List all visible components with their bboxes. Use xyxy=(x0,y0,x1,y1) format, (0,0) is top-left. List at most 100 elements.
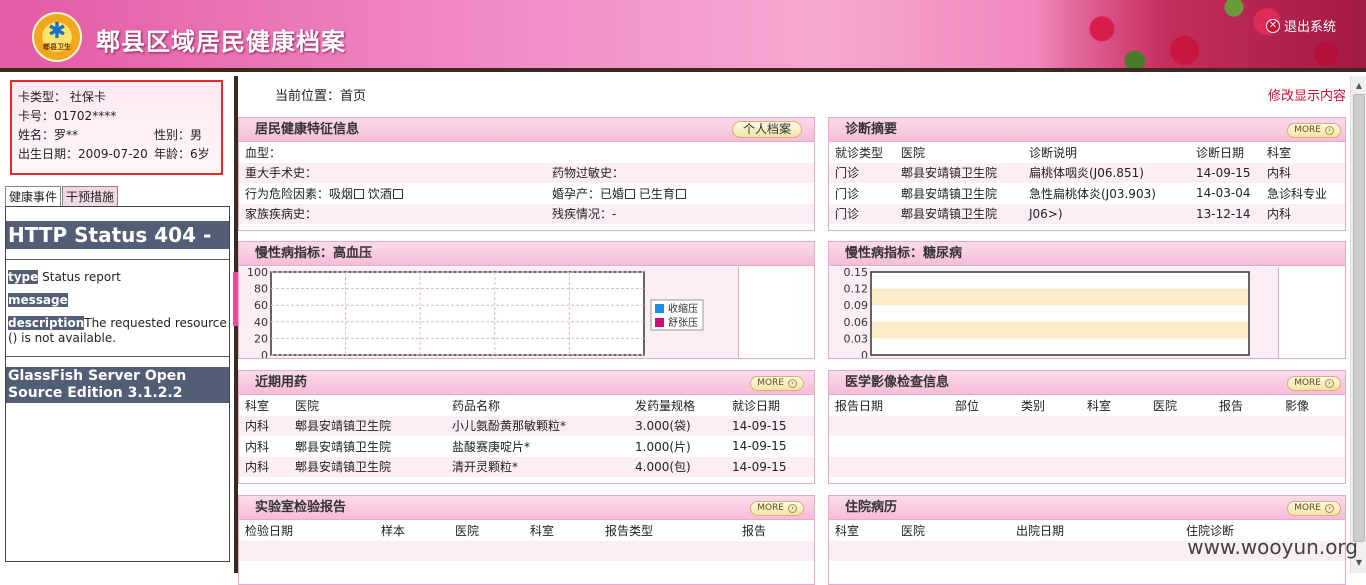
birth-label: 已生育 xyxy=(638,186,675,201)
y-tick-label: 0.06 xyxy=(844,316,869,329)
panel-title-text: 慢性病指标：高血压 xyxy=(255,246,373,261)
birth-checkbox[interactable] xyxy=(675,188,686,199)
y-tick-label: 100 xyxy=(247,267,268,279)
col-header: 影像 xyxy=(1279,395,1345,416)
table-row[interactable]: 门诊 郫县安靖镇卫生院 急性扁桃体炎(J03.903) 14-03-04 急诊科专业 xyxy=(829,183,1345,204)
more-label: MORE xyxy=(757,503,784,513)
error-message-label: message xyxy=(8,293,68,307)
error-type-line: type Status report xyxy=(8,270,227,285)
more-button[interactable]: MORE › xyxy=(1287,501,1341,516)
cell: 1.000(片) xyxy=(629,436,726,457)
card-no-label: 卡号： xyxy=(18,109,55,123)
smoking-label: 行为危险因素：吸烟 xyxy=(245,186,354,201)
hypertension-chart: 0 20 40 60 80 100 收缩压舒张压 xyxy=(247,266,704,359)
gender-label: 性别： xyxy=(154,128,191,142)
drinking-checkbox[interactable] xyxy=(392,188,403,199)
tab-interventions[interactable]: 干预措施 xyxy=(62,186,119,206)
breadcrumb: 当前位置：首页 xyxy=(275,89,367,104)
col-header: 就诊日期 xyxy=(726,395,814,416)
col-header: 报告 xyxy=(736,520,814,541)
panel-title: 近期用药 MORE › xyxy=(239,371,814,395)
col-header: 报告日期 xyxy=(829,395,949,416)
cell: 13-12-14 xyxy=(1190,203,1261,224)
edit-display-link[interactable]: 修改显示内容 xyxy=(1268,85,1346,104)
legend-label: 舒张压 xyxy=(668,316,698,329)
cell: 内科 xyxy=(239,415,289,436)
scroll-thumb[interactable] xyxy=(1353,94,1365,542)
col-header: 医院 xyxy=(895,520,1010,541)
y-tick-label: 0.03 xyxy=(844,332,869,345)
col-header: 科室 xyxy=(1081,395,1147,416)
cell: 清开灵颗粒* xyxy=(446,456,629,477)
panel-title-text: 诊断摘要 xyxy=(845,122,898,137)
watermark-text: www.wooyun.org xyxy=(1187,535,1358,559)
more-button[interactable]: MORE › xyxy=(1287,376,1341,391)
chevron-right-icon: › xyxy=(1325,126,1334,135)
more-button[interactable]: MORE › xyxy=(1287,123,1341,138)
col-header: 药品名称 xyxy=(446,395,629,416)
cell: 门诊 xyxy=(829,183,895,204)
cell: 门诊 xyxy=(829,203,895,224)
table-row[interactable]: 内科 郫县安靖镇卫生院 清开灵颗粒* 4.000(包) 14-09-15 xyxy=(239,456,814,477)
smoking-checkbox[interactable] xyxy=(354,188,365,199)
grid-band xyxy=(872,288,1248,306)
panel-title: 慢性病指标：高血压 xyxy=(239,242,814,266)
col-header: 科室 xyxy=(829,520,895,541)
tab-health-events[interactable]: 健康事件 xyxy=(5,186,62,206)
vertical-scrollbar[interactable]: ▲ ▼ xyxy=(1350,76,1366,573)
panel-title-text: 居民健康特征信息 xyxy=(255,122,360,137)
medication-table: 科室 医院 药品名称 发药量规格 就诊日期 内科 郫县安靖镇卫生院 小儿氨酚黄那敏颗粒* 3.… xyxy=(239,395,814,477)
cell: 扁桃体咽炎(J06.851) xyxy=(1023,162,1190,183)
panel-title: 居民健康特征信息 个人档案 xyxy=(239,118,814,142)
y-tick-label: 0.12 xyxy=(844,283,869,296)
lab-table: 检验日期 样本 医院 科室 报告类型 报告 xyxy=(239,520,814,582)
error-type-text: Status report xyxy=(42,270,121,284)
system-title: 郫县区域居民健康档案 xyxy=(96,27,346,56)
scroll-up-icon[interactable]: ▲ xyxy=(1353,80,1365,92)
y-tick-label: 0 xyxy=(261,349,268,359)
health-logo-icon: ✱ 郫县卫生 xyxy=(32,12,82,62)
table-row[interactable]: 门诊 郫县安靖镇卫生院 扁桃体咽炎(J06.851) 14-09-15 内科 xyxy=(829,162,1345,183)
age-label: 年龄： xyxy=(154,147,191,161)
married-checkbox[interactable] xyxy=(625,188,636,199)
error-description-line: descriptionThe requested resource () is … xyxy=(8,316,227,346)
health-info-panel: 居民健康特征信息 个人档案 血型： 重大手术史： 药物过敏史： 行为危险因素：吸烟… xyxy=(238,117,815,231)
drinking-label: 饮酒 xyxy=(367,186,392,201)
y-tick-label: 0.09 xyxy=(844,299,869,312)
col-header: 报告 xyxy=(1213,395,1279,416)
medication-panel: 近期用药 MORE › 科室 医院 药品名称 发药量规格 就诊日期 内科 郫县安靖镇卫生院小… xyxy=(238,370,815,484)
married-label: 婚孕产：已婚 xyxy=(552,186,625,201)
logout-button[interactable]: ✕ 退出系统 xyxy=(1265,16,1336,35)
col-header: 科室 xyxy=(1261,142,1345,163)
col-header: 科室 xyxy=(524,520,599,541)
more-button[interactable]: MORE › xyxy=(750,501,804,516)
y-tick-label: 0 xyxy=(861,349,868,359)
panel-title-text: 慢性病指标：糖尿病 xyxy=(845,246,963,261)
more-button[interactable]: MORE › xyxy=(750,376,804,391)
cell: 郫县安靖镇卫生院 xyxy=(289,456,446,477)
table-row[interactable]: 内科 郫县安靖镇卫生院 小儿氨酚黄那敏颗粒* 3.000(袋) 14-09-15 xyxy=(239,415,814,436)
card-no-value: 01702**** xyxy=(54,109,117,123)
more-label: MORE xyxy=(1294,503,1321,513)
cell: J06>) xyxy=(1023,203,1190,224)
table-row[interactable]: 门诊 郫县安靖镇卫生院 J06>) 13-12-14 内科 xyxy=(829,203,1345,224)
col-header: 类别 xyxy=(1015,395,1081,416)
error-page-frame: HTTP Status 404 - type Status report mes… xyxy=(5,206,230,562)
col-header: 科室 xyxy=(239,395,289,416)
cell: 郫县安靖镇卫生院 xyxy=(895,183,1023,204)
cell: 内科 xyxy=(1261,162,1345,183)
panel-title: 实验室检验报告 MORE › xyxy=(239,496,814,520)
personal-record-button[interactable]: 个人档案 xyxy=(731,121,802,138)
more-label: MORE xyxy=(757,378,784,388)
card-type-value: 社保卡 xyxy=(69,90,106,104)
pregnancy-info: 婚孕产：已婚 已生育 xyxy=(546,183,814,204)
risk-factors: 行为危险因素：吸烟 饮酒 xyxy=(239,183,546,204)
panel-title: 住院病历 MORE › xyxy=(829,496,1345,520)
panel-title: 医学影像检查信息 MORE › xyxy=(829,371,1345,395)
diagnosis-panel: 诊断摘要 MORE › 就诊类型 医院 诊断说明 诊断日期 科室 门诊 郫县安靖镇卫生院 扁桃… xyxy=(828,117,1346,231)
table-row[interactable]: 内科 郫县安靖镇卫生院 盐酸赛庚啶片* 1.000(片) 14-09-15 xyxy=(239,436,814,457)
error-title: HTTP Status 404 - xyxy=(6,221,229,249)
divider xyxy=(6,259,229,260)
hypertension-panel: 慢性病指标：高血压 0 20 40 60 80 100 收缩压 舒张压 xyxy=(238,241,815,359)
col-header: 诊断日期 xyxy=(1190,142,1261,163)
